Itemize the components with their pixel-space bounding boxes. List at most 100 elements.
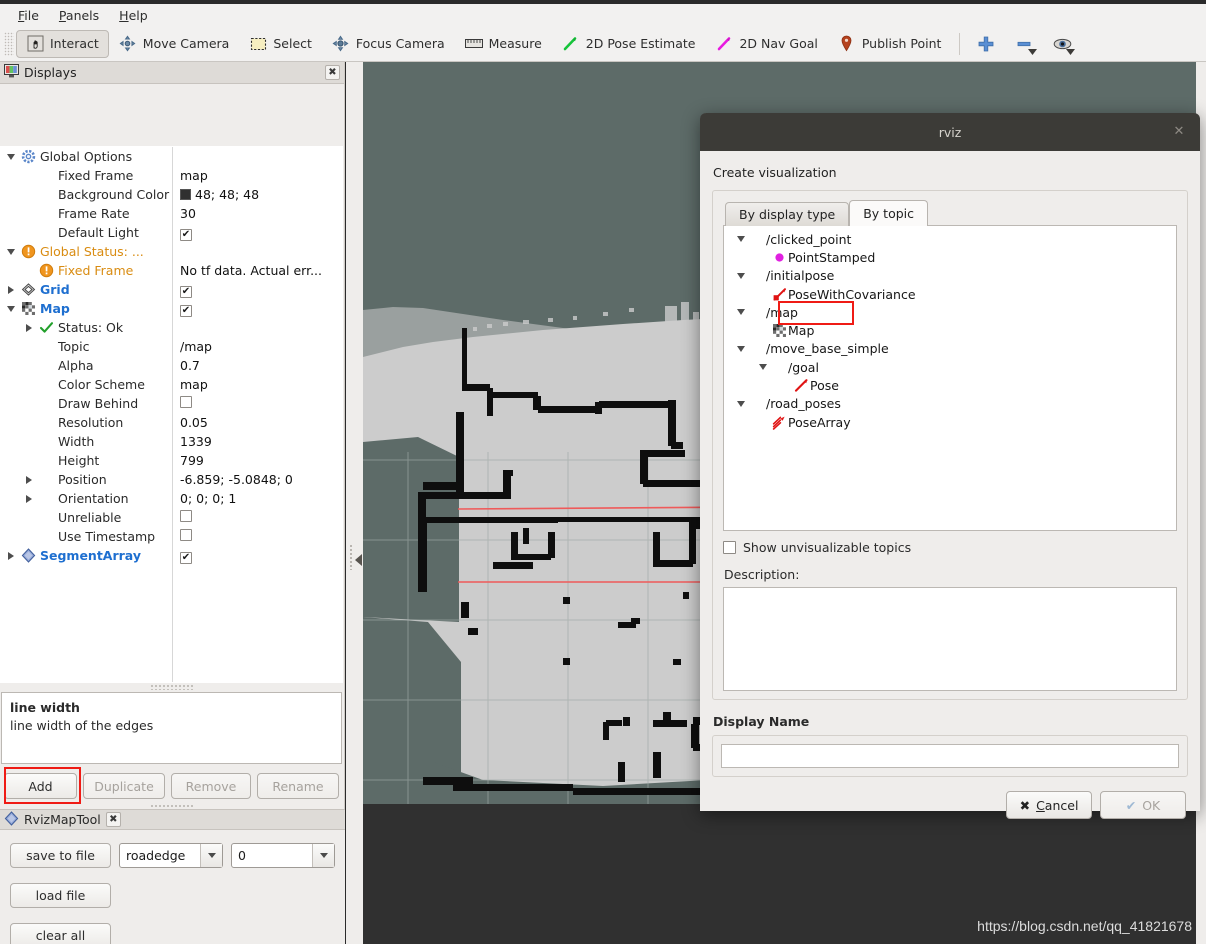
display-tree-row[interactable]: Position -6.859; -5.0848; 0	[1, 470, 342, 489]
checkbox-unchecked[interactable]	[180, 529, 192, 541]
tool-2d-pose-estimate[interactable]: 2D Pose Estimate	[552, 30, 706, 58]
display-tree-row-value[interactable]: 0.05	[172, 415, 208, 430]
chevron-down-icon[interactable]	[734, 345, 748, 352]
eye-icon[interactable]	[1050, 31, 1076, 57]
chevron-right-icon[interactable]	[23, 474, 35, 486]
display-tree-row[interactable]: Alpha 0.7	[1, 356, 342, 375]
display-tree-row-value[interactable]: map	[172, 168, 208, 183]
chevron-right-icon[interactable]	[5, 550, 17, 562]
display-tree-row-value[interactable]	[172, 396, 192, 411]
minus-icon[interactable]	[1012, 31, 1038, 57]
topic-tree-node[interactable]: /initialpose	[726, 267, 1174, 285]
description-splitter-grip[interactable]	[150, 684, 194, 690]
show-unvisualizable-checkbox[interactable]	[723, 541, 736, 554]
display-tree-row-value[interactable]: 48; 48; 48	[172, 187, 259, 202]
display-tree-row[interactable]: Topic/map	[1, 337, 342, 356]
save-to-file-button[interactable]: save to file	[10, 843, 111, 868]
chevron-down-icon[interactable]	[734, 236, 748, 243]
tab-by-display-type[interactable]: By display type	[725, 202, 850, 226]
tool-interact[interactable]: Interact	[16, 29, 109, 58]
display-tree-row[interactable]: Global Options	[1, 147, 342, 166]
menu-file[interactable]: File	[8, 6, 49, 25]
display-tree-row-value[interactable]: ✔	[172, 548, 192, 564]
load-file-button[interactable]: load file	[10, 883, 111, 908]
cancel-button[interactable]: ✖ Cancel	[1006, 791, 1092, 819]
display-tree-row-value[interactable]: 30	[172, 206, 196, 221]
display-tree-row[interactable]: Frame Rate 30	[1, 204, 342, 223]
close-icon[interactable]: ✕	[1172, 125, 1186, 139]
tool-measure[interactable]: Measure	[455, 30, 552, 58]
display-tree-row[interactable]: Resolution 0.05	[1, 413, 342, 432]
edge-type-combo[interactable]: roadedge	[119, 843, 223, 868]
tool-move-camera[interactable]: Move Camera	[109, 30, 240, 58]
topic-tree-node[interactable]: /move_base_simple	[726, 340, 1174, 358]
topic-tree[interactable]: /clicked_point PointStamped/initialpose Po…	[723, 225, 1177, 531]
display-tree-row[interactable]: Use Timestamp	[1, 527, 342, 546]
chevron-down-icon[interactable]	[756, 364, 770, 371]
display-tree-row[interactable]: Color Scheme map	[1, 375, 342, 394]
checkbox-checked[interactable]: ✔	[180, 551, 192, 564]
display-tree-row[interactable]: Fixed Frame map	[1, 166, 342, 185]
checkbox-checked[interactable]: ✔	[180, 285, 192, 298]
checkbox-checked[interactable]: ✔	[180, 304, 192, 317]
display-tree-row-value[interactable]: -6.859; -5.0848; 0	[172, 472, 293, 487]
display-tree-row-value[interactable]	[172, 510, 192, 525]
plus-icon[interactable]	[974, 31, 998, 57]
chevron-down-icon[interactable]	[200, 844, 222, 867]
display-tree-row-value[interactable]	[172, 529, 192, 544]
tool-focus-camera[interactable]: Focus Camera	[322, 30, 455, 58]
display-tree-row[interactable]: Unreliable	[1, 508, 342, 527]
tool-select[interactable]: Select	[239, 30, 322, 58]
display-tree-row[interactable]: Grid ✔	[1, 280, 342, 299]
chevron-right-icon[interactable]	[5, 284, 17, 296]
display-tree-row[interactable]: Orientation 0; 0; 0; 1	[1, 489, 342, 508]
display-tree-row[interactable]: Status: Ok	[1, 318, 342, 337]
chevron-right-icon[interactable]	[23, 322, 35, 334]
chevron-down-icon[interactable]	[5, 151, 17, 163]
display-tree-row[interactable]: Width 1339	[1, 432, 342, 451]
display-tree-row-value[interactable]: map	[172, 377, 208, 392]
chevron-down-icon[interactable]	[5, 246, 17, 258]
checkbox-unchecked[interactable]	[180, 510, 192, 522]
close-icon[interactable]: ✖	[105, 812, 121, 827]
chevron-down-icon[interactable]	[734, 309, 748, 316]
display-tree-row[interactable]: Fixed Frame No tf data. Actual err...	[1, 261, 342, 280]
display-tree-row-value[interactable]: 0; 0; 0; 1	[172, 491, 236, 506]
edge-index-combo[interactable]: 0	[231, 843, 335, 868]
clear-all-button[interactable]: clear all	[10, 923, 111, 944]
display-tree-row-value[interactable]: ✔	[172, 282, 192, 298]
toolbar-drag-handle[interactable]	[4, 31, 14, 56]
checkbox-checked[interactable]: ✔	[180, 228, 192, 241]
display-tree-row-value[interactable]: No tf data. Actual err...	[172, 263, 322, 278]
tool-2d-nav-goal[interactable]: 2D Nav Goal	[705, 30, 827, 58]
chevron-down-icon[interactable]	[312, 844, 334, 867]
display-tree-row[interactable]: Map ✔	[1, 299, 342, 318]
display-tree-row-value[interactable]: 799	[172, 453, 204, 468]
chevron-down-icon[interactable]	[734, 272, 748, 279]
close-icon[interactable]: ✖	[325, 65, 340, 80]
topic-tree-node[interactable]: Pose	[726, 376, 1174, 394]
display-tree-row[interactable]: SegmentArray ✔	[1, 546, 342, 565]
tab-by-topic[interactable]: By topic	[849, 200, 929, 226]
display-tree-row-value[interactable]: 0.7	[172, 358, 200, 373]
topic-tree-node[interactable]: /goal	[726, 358, 1174, 376]
topic-tree-node[interactable]: /road_poses	[726, 395, 1174, 413]
display-name-input[interactable]	[721, 744, 1179, 768]
menu-help[interactable]: Help	[109, 6, 158, 25]
topic-tree-node[interactable]: PointStamped	[726, 248, 1174, 266]
display-tree-row[interactable]: Draw Behind	[1, 394, 342, 413]
menu-panels[interactable]: Panels	[49, 6, 109, 25]
dock-splitter[interactable]	[346, 62, 363, 944]
display-tree-row-value[interactable]: ✔	[172, 225, 192, 241]
show-unvisualizable-row[interactable]: Show unvisualizable topics	[723, 540, 1177, 555]
chevron-down-icon[interactable]	[5, 303, 17, 315]
display-tree-row[interactable]: Default Light ✔	[1, 223, 342, 242]
checkbox-unchecked[interactable]	[180, 396, 192, 408]
tool-publish-point[interactable]: Publish Point	[828, 30, 952, 58]
display-tree-row-value[interactable]: 1339	[172, 434, 212, 449]
display-tree-row[interactable]: Height 799	[1, 451, 342, 470]
displays-tree[interactable]: Global Options Fixed Frame map Background C…	[0, 146, 343, 683]
chevron-down-icon[interactable]	[734, 400, 748, 407]
topic-tree-node[interactable]: PoseArray	[726, 413, 1174, 431]
splitter-collapse-arrow-icon[interactable]	[355, 554, 362, 566]
